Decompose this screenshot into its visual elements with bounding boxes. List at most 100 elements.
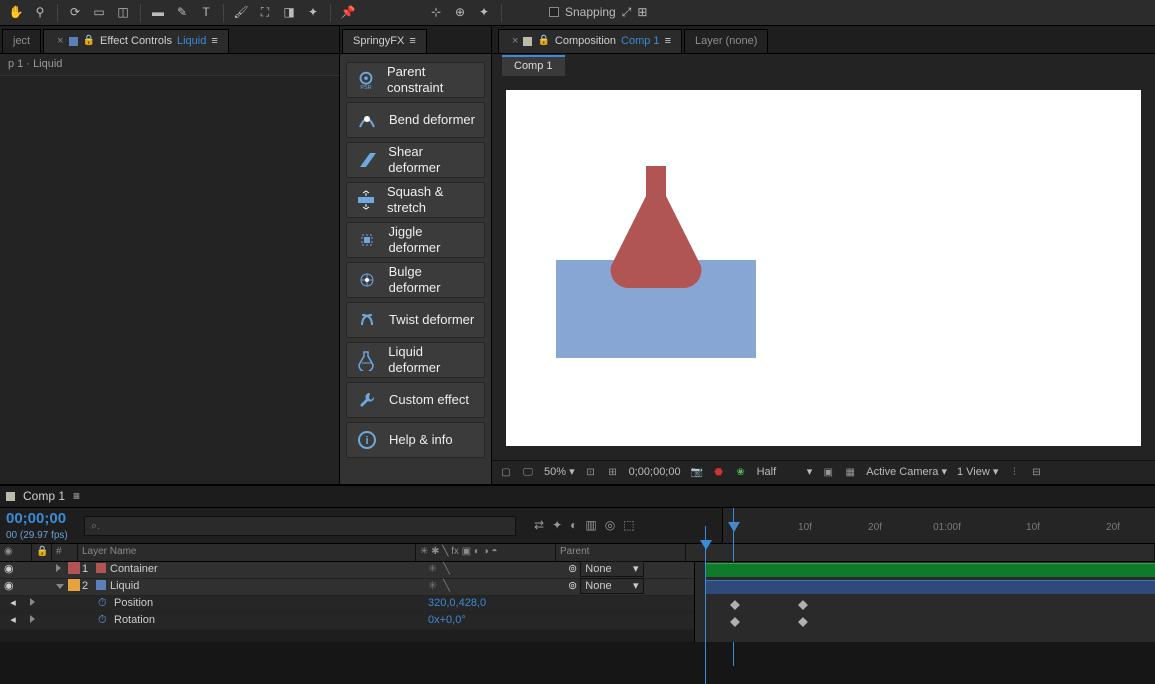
springy-shear[interactable]: Shear deformer <box>346 142 485 178</box>
tab-effect-controls[interactable]: × 🔒 Effect Controls Liquid ≡ <box>43 29 229 53</box>
snapshot-icon[interactable]: 📷 <box>691 467 703 479</box>
springy-liquid[interactable]: Liquid deformer <box>346 342 485 378</box>
panel-menu-icon[interactable]: ≡ <box>409 35 415 48</box>
kf-nav-prev-icon[interactable]: ◂ <box>10 614 16 626</box>
lock-col-icon[interactable]: 🔒 <box>36 546 48 557</box>
resolution-dropdown[interactable]: Half ▾ <box>757 466 813 479</box>
panel-menu-icon[interactable]: ≡ <box>73 489 80 503</box>
pin-tool-icon[interactable]: 📌 <box>338 3 358 23</box>
orbit-icon[interactable]: ⟳ <box>65 3 85 23</box>
springy-help[interactable]: i Help & info <box>346 422 485 458</box>
crop-icon[interactable]: ⊡ <box>585 467 597 479</box>
keyframe[interactable] <box>798 600 808 610</box>
composition-canvas[interactable] <box>506 90 1141 446</box>
hand-tool-icon[interactable]: ✋ <box>6 3 26 23</box>
draft3d-icon[interactable]: ⬚ <box>623 518 634 532</box>
eye-icon[interactable]: ◉ <box>4 563 14 575</box>
springy-custom[interactable]: Custom effect <box>346 382 485 418</box>
timeline-tab[interactable]: Comp 1 <box>23 489 65 503</box>
share-icon[interactable]: ⫶ <box>1008 467 1020 479</box>
viewer-area[interactable] <box>492 76 1155 460</box>
timeline-tracks[interactable] <box>694 562 1155 642</box>
effect-target-link[interactable]: Liquid <box>177 35 206 48</box>
timeline-search-input[interactable] <box>84 516 516 536</box>
stopwatch-icon[interactable]: ⏱ <box>98 614 107 626</box>
tab-springyfx[interactable]: SpringyFX ≡ <box>342 29 427 53</box>
pen-tool-icon[interactable]: ✎ <box>172 3 192 23</box>
shy-icon[interactable]: ✦ <box>552 518 562 532</box>
twirl-icon[interactable] <box>56 584 64 589</box>
comp-flow-icon[interactable]: ⇄ <box>534 518 544 532</box>
snap-grid-icon[interactable]: ⊞ <box>637 5 647 19</box>
property-row-position[interactable]: ◂ ⏱ Position 320,0,428,0 <box>0 596 694 613</box>
region-icon[interactable]: ▭ <box>89 3 109 23</box>
close-icon[interactable]: × <box>57 35 63 48</box>
lock-icon[interactable]: 🔒 <box>537 35 549 47</box>
channels-icon[interactable]: ⬣ <box>713 467 725 479</box>
axis-view-icon[interactable]: ✦ <box>474 3 494 23</box>
lock-icon[interactable]: 🔒 <box>83 35 95 47</box>
tab-composition[interactable]: × 🔒 Composition Comp 1 ≡ <box>498 29 682 53</box>
current-time[interactable]: 00;00;00 <box>0 508 78 530</box>
vis-col-icon[interactable]: ◉ <box>4 546 13 557</box>
clone-tool-icon[interactable]: ⛶ <box>255 3 275 23</box>
fast-preview-icon[interactable]: ⊟ <box>1030 467 1042 479</box>
views-dropdown[interactable]: 1 View ▾ <box>957 466 998 479</box>
twirl-icon[interactable] <box>56 564 61 572</box>
layer-row-liquid[interactable]: ◉ 2 Liquid ✳╲ ⊚ None ▾ <box>0 579 694 596</box>
pickwhip-icon[interactable]: ⊚ <box>568 580 577 592</box>
time-ruler[interactable]: f 10f 20f 01:00f 10f 20f <box>722 508 1155 543</box>
keyframe[interactable] <box>730 600 740 610</box>
rotation-value[interactable]: 0x+0,0° <box>424 614 694 627</box>
layer-row-container[interactable]: ◉ 1 Container ✳╲ ⊚ None ▾ <box>0 562 694 579</box>
brush-tool-icon[interactable]: 🖌 <box>231 3 251 23</box>
springy-bulge[interactable]: Bulge deformer <box>346 262 485 298</box>
parent-dropdown[interactable]: None ▾ <box>580 578 643 594</box>
springy-parent-constraint[interactable]: PSR Parent constraint <box>346 62 485 98</box>
transp-grid-icon[interactable]: ▦ <box>844 467 856 479</box>
twirl-icon[interactable] <box>30 598 35 606</box>
type-tool-icon[interactable]: T <box>196 3 216 23</box>
track-bar-container[interactable] <box>705 563 1155 577</box>
springy-twist[interactable]: Twist deformer <box>346 302 485 338</box>
graph-icon[interactable]: ◎ <box>605 518 615 532</box>
parent-dropdown[interactable]: None ▾ <box>580 561 643 577</box>
comp-subtab[interactable]: Comp 1 <box>502 55 565 76</box>
zoom-dropdown[interactable]: 50% ▾ <box>544 466 575 479</box>
snapping-checkbox[interactable] <box>549 7 559 17</box>
keyframe[interactable] <box>798 617 808 627</box>
grid-icon[interactable]: ⊞ <box>607 467 619 479</box>
axis-world-icon[interactable]: ⊕ <box>450 3 470 23</box>
roi-icon[interactable]: ▣ <box>822 467 834 479</box>
frame-blend-icon[interactable]: ◐ <box>570 518 577 532</box>
snap-edge-icon[interactable]: ⤢ <box>622 5 632 19</box>
close-icon[interactable]: × <box>512 35 518 48</box>
eye-icon[interactable]: ◉ <box>4 580 14 592</box>
pickwhip-icon[interactable]: ⊚ <box>568 563 577 575</box>
springy-bend[interactable]: Bend deformer <box>346 102 485 138</box>
keyframe[interactable] <box>730 617 740 627</box>
property-row-rotation[interactable]: ◂ ⏱ Rotation 0x+0,0° <box>0 613 694 630</box>
springy-jiggle[interactable]: Jiggle deformer <box>346 222 485 258</box>
kf-nav-prev-icon[interactable]: ◂ <box>10 597 16 609</box>
viewer-time[interactable]: 0;00;00;00 <box>629 466 681 479</box>
zoom-tool-icon[interactable]: ⚲ <box>30 3 50 23</box>
snapping-toggle[interactable]: Snapping ⤢ ⊞ <box>549 5 647 19</box>
eraser-tool-icon[interactable]: ◨ <box>279 3 299 23</box>
color-mgmt-icon[interactable]: ❀ <box>735 467 747 479</box>
roto-tool-icon[interactable]: ✦ <box>303 3 323 23</box>
camera-dropdown[interactable]: Active Camera ▾ <box>866 466 947 479</box>
panel-menu-icon[interactable]: ≡ <box>211 35 217 48</box>
tab-project[interactable]: ject <box>2 29 41 53</box>
mask-icon[interactable]: ◫ <box>113 3 133 23</box>
playhead-line[interactable] <box>705 526 706 684</box>
panel-menu-icon[interactable]: ≡ <box>665 35 671 48</box>
springy-squash[interactable]: Squash & stretch <box>346 182 485 218</box>
position-value[interactable]: 320,0,428,0 <box>424 597 694 610</box>
tab-layer[interactable]: Layer (none) <box>684 29 768 53</box>
rect-tool-icon[interactable]: ▬ <box>148 3 168 23</box>
stopwatch-icon[interactable]: ⏱ <box>98 597 107 609</box>
comp-target-link[interactable]: Comp 1 <box>621 35 660 48</box>
axis-local-icon[interactable]: ⊹ <box>426 3 446 23</box>
motion-blur-icon[interactable]: ▥ <box>585 518 596 532</box>
